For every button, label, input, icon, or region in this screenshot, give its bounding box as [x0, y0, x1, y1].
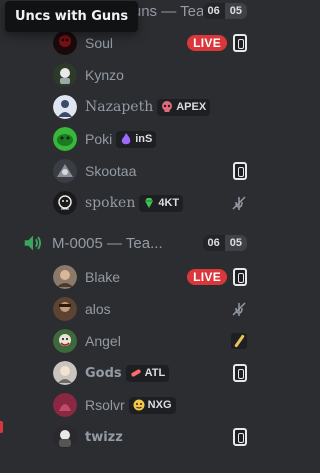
channel-tooltip: Uncs with Guns: [5, 1, 139, 32]
server-tag: APEX: [157, 98, 211, 116]
username: Poki: [85, 131, 113, 147]
server-tag: 4KT: [139, 194, 184, 212]
live-badge: LIVE: [187, 269, 227, 285]
voice-user-row[interactable]: Kynzo: [53, 61, 247, 89]
muted-icon: [232, 302, 246, 316]
pill-icon: [131, 369, 141, 377]
gem-icon: [145, 198, 154, 208]
voice-channel-m0005[interactable]: M-0005 — Tea... 06 05: [22, 229, 257, 257]
flame-icon: [122, 133, 131, 145]
server-tag: ATL: [125, 364, 170, 382]
voice-user-row[interactable]: Poki inS: [53, 125, 247, 153]
skull-icon: [162, 101, 173, 112]
r6-icon: [233, 162, 247, 180]
voice-user-row[interactable]: Angel: [53, 327, 247, 355]
r6-icon: [233, 364, 247, 382]
unread-indicator: [0, 421, 3, 433]
avatar: [53, 159, 77, 183]
username: twizz: [85, 429, 123, 445]
avatar: [53, 95, 77, 119]
avatar: [53, 393, 77, 417]
username: Nazapeth: [85, 99, 154, 115]
server-tag: inS: [116, 130, 157, 148]
voice-user-row[interactable]: Skootaa: [53, 157, 247, 185]
avatar: [53, 361, 77, 385]
username: spoken: [85, 195, 136, 211]
r6-icon: [233, 268, 247, 286]
speaker-icon: [24, 235, 42, 251]
avatar: [53, 63, 77, 87]
voice-user-row[interactable]: twizz: [53, 423, 247, 451]
avatar: [53, 265, 77, 289]
avatar: [53, 31, 77, 55]
r6-icon: [233, 428, 247, 446]
user-counter: 06 05: [202, 235, 247, 251]
r6-icon: [233, 34, 247, 52]
voice-user-row[interactable]: Blake LIVE: [53, 263, 247, 291]
username: Rsolvr: [85, 397, 125, 413]
voice-user-row[interactable]: Nazapeth APEX: [53, 93, 247, 121]
voice-user-row[interactable]: Gods ATL: [53, 359, 247, 387]
avatar: [53, 329, 77, 353]
avatar: [53, 425, 77, 449]
username: Blake: [85, 269, 121, 285]
avatar: [53, 127, 77, 151]
username: Soul: [85, 35, 114, 51]
username: Skootaa: [85, 163, 137, 179]
user-counter: 06 05: [202, 3, 247, 19]
username: alos: [85, 301, 111, 317]
live-badge: LIVE: [187, 35, 227, 51]
avatar: [53, 191, 77, 215]
avatar: [53, 297, 77, 321]
voice-user-row[interactable]: Rsolvr NXG: [53, 391, 247, 419]
pen-icon: [231, 333, 247, 349]
face-icon: [133, 399, 145, 411]
voice-user-row[interactable]: spoken 4KT: [53, 189, 247, 217]
voice-user-row[interactable]: Soul LIVE: [53, 29, 247, 57]
username: Angel: [85, 333, 121, 349]
username: Gods: [85, 365, 122, 381]
channel-name: M-0005 — Tea...: [52, 234, 163, 252]
server-tag: NXG: [128, 396, 176, 414]
muted-icon: [232, 196, 246, 210]
voice-user-row[interactable]: alos: [53, 295, 247, 323]
username: Kynzo: [85, 67, 124, 83]
